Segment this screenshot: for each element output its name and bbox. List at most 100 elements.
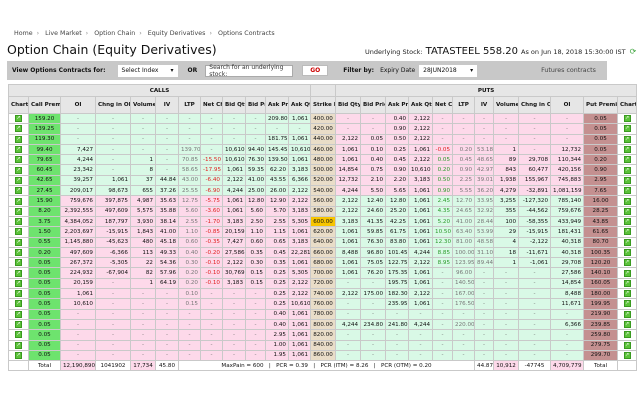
- chart-cell: ↗: [617, 246, 638, 259]
- chart-icon[interactable]: ↗: [15, 187, 22, 195]
- table-row: ↗ 99.40 7,427- - -139.70-10,610 94.40 145.45 10…: [8, 143, 638, 156]
- call-oi: 39,257: [60, 174, 96, 187]
- put-ask-price: 241.80: [385, 318, 410, 331]
- put-ask-price: 61.75: [385, 226, 410, 238]
- chart-icon[interactable]: ↗: [15, 331, 22, 339]
- call-ltp: -: [178, 133, 201, 145]
- index-select[interactable]: Select Index ▾: [117, 64, 178, 77]
- chart-icon[interactable]: ↗: [623, 238, 631, 246]
- chart-icon[interactable]: ↗: [623, 166, 631, 174]
- expiry-date-select[interactable]: 28JUN2018 ▾: [419, 64, 478, 77]
- chart-icon[interactable]: ↗: [15, 176, 22, 184]
- chart-icon[interactable]: ↗: [15, 156, 22, 164]
- chart-icon[interactable]: ↗: [623, 279, 631, 287]
- chart-icon[interactable]: ↗: [623, 290, 631, 298]
- chart-icon[interactable]: ↗: [15, 310, 22, 318]
- chart-icon[interactable]: ↗: [623, 259, 631, 267]
- chart-icon[interactable]: ↗: [15, 218, 22, 226]
- breadcrumb-live-market[interactable]: Live Market: [45, 30, 82, 37]
- chart-icon[interactable]: ↗: [15, 228, 22, 236]
- call-ask-qty: 5,305: [287, 267, 312, 279]
- refresh-icon[interactable]: ⟳: [630, 47, 637, 56]
- table-row: ↗ 1.50 2,203,697 -15,915 1,843 41.00 1.10 -0.85…: [8, 226, 638, 238]
- chart-icon[interactable]: ↗: [623, 125, 631, 133]
- underlying-info: Underlying Stock: TATASTEEL 558.20 As on…: [365, 46, 636, 57]
- put-bid-qty: 1,061: [335, 226, 362, 238]
- call-total-label: Total: [28, 360, 61, 372]
- chart-icon[interactable]: ↗: [15, 249, 22, 256]
- go-button[interactable]: GO: [302, 65, 329, 76]
- call-volume: 22: [130, 257, 156, 269]
- chart-icon[interactable]: ↗: [623, 115, 631, 123]
- chart-icon[interactable]: ↗: [623, 351, 631, 359]
- chart-icon[interactable]: ↗: [15, 135, 22, 143]
- call-oi: 1,061: [60, 288, 96, 300]
- chart-icon[interactable]: ↗: [623, 269, 631, 277]
- chart-icon[interactable]: ↗: [15, 279, 22, 287]
- chart-icon[interactable]: ↗: [623, 176, 631, 184]
- chart-cell: ↗: [617, 298, 638, 310]
- breadcrumb-home[interactable]: Home: [14, 30, 33, 37]
- chart-icon[interactable]: ↗: [15, 238, 22, 246]
- chart-icon[interactable]: ↗: [15, 125, 22, 133]
- call-premium: 0.05: [28, 339, 61, 351]
- chart-cell: ↗: [617, 339, 638, 351]
- chart-icon[interactable]: ↗: [15, 300, 22, 308]
- call-bid-qty: 3,183: [222, 215, 246, 228]
- chart-icon[interactable]: ↗: [623, 146, 631, 154]
- breadcrumb-equity-derivatives[interactable]: Equity Derivatives: [148, 30, 206, 37]
- call-bid-qty: 7,427: [222, 236, 246, 248]
- chart-icon[interactable]: ↗: [623, 218, 631, 226]
- futures-contracts-link[interactable]: Futures contracts: [530, 61, 607, 80]
- call-bid-price: -: [245, 339, 266, 351]
- chart-icon[interactable]: ↗: [15, 341, 22, 349]
- put-oi: 110,344: [550, 154, 585, 166]
- chart-icon[interactable]: ↗: [15, 166, 22, 174]
- chart-icon[interactable]: ↗: [623, 207, 631, 215]
- put-ask-qty: 4,244: [408, 318, 434, 331]
- call-bid-qty: -: [222, 288, 246, 300]
- chart-icon[interactable]: ↗: [15, 197, 22, 205]
- put-ask-price: 5.65: [385, 185, 410, 197]
- chart-icon[interactable]: ↗: [623, 310, 631, 318]
- table-row: ↗ 42.65 39,257 1,061 37 44.84 43.00 -6.40 2,122 4…: [8, 174, 638, 187]
- chart-icon[interactable]: ↗: [623, 135, 631, 143]
- chart-cell: ↗: [617, 174, 638, 187]
- chart-icon[interactable]: ↗: [15, 115, 22, 123]
- breadcrumb-options-contracts[interactable]: Options Contracts: [218, 30, 275, 37]
- chart-icon[interactable]: ↗: [15, 321, 22, 329]
- chart-icon[interactable]: ↗: [623, 321, 631, 329]
- call-oi: -: [60, 339, 96, 351]
- chart-icon[interactable]: ↗: [15, 269, 22, 277]
- chart-icon[interactable]: ↗: [623, 331, 631, 339]
- put-ask-price: 0.50: [385, 133, 410, 145]
- chart-icon[interactable]: ↗: [15, 207, 22, 215]
- chart-icon[interactable]: ↗: [623, 228, 631, 236]
- chart-icon[interactable]: ↗: [623, 341, 631, 349]
- call-iv: 35.63: [155, 195, 179, 207]
- table-row: ↗ 79.65 4,244-1-70.85 -15.50 10,610 76.30 139.…: [8, 154, 638, 166]
- call-ltp: -: [178, 112, 201, 125]
- call-oi: 497,609: [60, 246, 96, 259]
- put-total-label: Total: [583, 360, 619, 372]
- call-ask-price: 1.95: [265, 349, 289, 362]
- chart-icon[interactable]: ↗: [623, 249, 631, 256]
- strike-group-spacer: [310, 84, 337, 97]
- chart-icon[interactable]: ↗: [15, 259, 22, 267]
- chart-icon[interactable]: ↗: [623, 300, 631, 308]
- call-bid-qty: 27,586: [222, 246, 246, 259]
- chart-icon[interactable]: ↗: [15, 290, 22, 298]
- chart-cell: ↗: [617, 123, 638, 135]
- chart-icon[interactable]: ↗: [15, 351, 22, 359]
- chart-icon[interactable]: ↗: [623, 197, 631, 205]
- put-ask-price: -: [385, 329, 410, 341]
- put-iv: 48.58: [474, 236, 495, 248]
- chart-icon[interactable]: ↗: [15, 146, 22, 154]
- chart-icon[interactable]: ↗: [623, 187, 631, 195]
- call-chng-oi: 187,797: [95, 215, 131, 228]
- stock-search-input[interactable]: Search for an underlying stock:: [205, 64, 294, 78]
- chart-icon[interactable]: ↗: [623, 156, 631, 164]
- call-ltp: 0.30: [178, 257, 201, 269]
- put-bid-price: 12.40: [360, 195, 387, 207]
- breadcrumb-option-chain[interactable]: Option Chain: [94, 30, 135, 37]
